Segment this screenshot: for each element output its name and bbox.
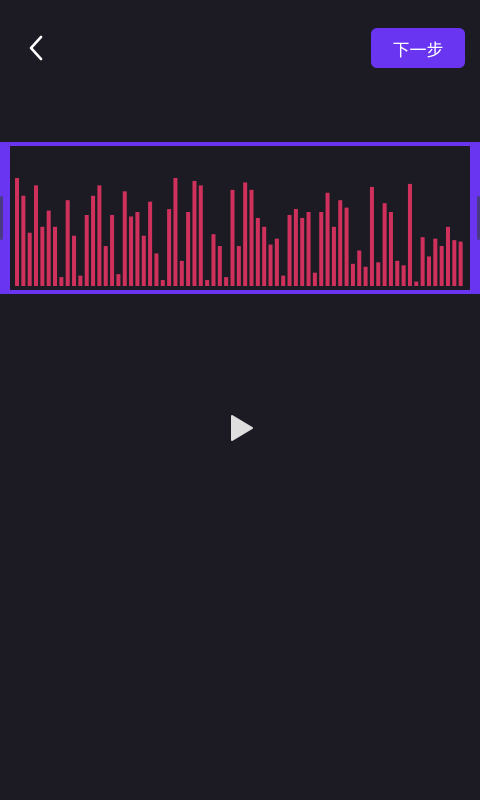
trim-handle-right[interactable] <box>470 142 480 294</box>
waveform-bar <box>420 237 425 286</box>
waveform-bar <box>325 192 330 286</box>
waveform-bar <box>116 274 121 286</box>
waveform-bar <box>91 195 96 286</box>
waveform-bar <box>401 265 406 286</box>
chevron-left-icon <box>29 35 43 61</box>
waveform-bar <box>230 189 235 286</box>
waveform-bar <box>363 266 368 286</box>
waveform-bar <box>388 212 393 286</box>
waveform-bar <box>407 183 412 286</box>
waveform-bar <box>129 216 134 286</box>
waveform-bar <box>281 275 286 286</box>
waveform-bar <box>268 244 273 286</box>
waveform-bar <box>344 207 349 286</box>
waveform-bar <box>458 241 463 286</box>
waveform-bar <box>249 189 254 286</box>
trim-handle-left-grip <box>0 196 3 240</box>
waveform-bar <box>34 185 39 286</box>
waveform-bar <box>122 191 127 286</box>
waveform-bar <box>426 256 431 286</box>
trim-frame-bottom-edge <box>0 290 480 294</box>
waveform-bar <box>350 263 355 286</box>
waveform-bar <box>255 217 260 286</box>
waveform-bar <box>141 235 146 286</box>
waveform-bar <box>312 272 317 286</box>
waveform-bar <box>205 280 210 286</box>
waveform-bar <box>15 178 19 286</box>
waveform-bar <box>160 280 165 286</box>
waveform-bar <box>331 226 336 286</box>
waveform-trim-frame <box>0 142 480 294</box>
waveform-bar <box>414 281 419 286</box>
waveform-bar <box>72 235 77 286</box>
waveform-bar <box>382 203 387 286</box>
waveform[interactable] <box>10 146 470 290</box>
waveform-bar <box>236 246 241 286</box>
trim-handle-left[interactable] <box>0 142 10 294</box>
waveform-bar <box>192 180 197 286</box>
waveform-bar <box>27 232 32 286</box>
waveform-bar <box>186 212 191 286</box>
waveform-bar <box>65 200 70 286</box>
waveform-bar <box>274 238 279 286</box>
waveform-bar <box>224 277 229 286</box>
waveform-bar <box>319 212 324 286</box>
waveform-bars <box>15 178 463 286</box>
waveform-bar <box>217 246 222 286</box>
play-button[interactable] <box>222 406 262 450</box>
waveform-bar <box>135 212 140 286</box>
waveform-bar <box>452 240 457 286</box>
waveform-bar <box>21 195 26 286</box>
waveform-bar <box>433 238 438 286</box>
waveform-bar <box>243 182 248 286</box>
waveform-bar <box>167 209 172 286</box>
waveform-bar <box>84 214 89 286</box>
waveform-bar <box>338 200 343 286</box>
waveform-bar <box>287 214 292 286</box>
waveform-bar <box>148 201 153 286</box>
waveform-bar <box>439 246 444 286</box>
waveform-bar <box>110 214 115 286</box>
waveform-bar <box>369 186 374 286</box>
waveform-bar <box>40 226 45 286</box>
waveform-bar <box>395 260 400 286</box>
waveform-bar <box>53 226 58 286</box>
waveform-bar <box>173 178 178 286</box>
waveform-bar <box>300 217 305 286</box>
waveform-bar <box>154 253 159 286</box>
waveform-bar <box>293 209 298 286</box>
waveform-bar <box>59 277 64 286</box>
waveform-bar <box>357 250 362 286</box>
back-button[interactable] <box>16 28 56 68</box>
waveform-bar <box>306 212 311 286</box>
waveform-bar <box>376 262 381 286</box>
next-button[interactable]: 下一步 <box>371 28 465 68</box>
waveform-bar <box>445 226 450 286</box>
waveform-bar <box>46 210 51 286</box>
play-icon <box>231 415 253 441</box>
waveform-bar <box>97 185 102 286</box>
waveform-bar <box>211 234 216 286</box>
waveform-bar <box>198 185 203 286</box>
waveform-bar <box>103 246 108 286</box>
waveform-bar <box>78 275 83 286</box>
waveform-bar <box>179 260 184 286</box>
waveform-bar <box>262 226 267 286</box>
